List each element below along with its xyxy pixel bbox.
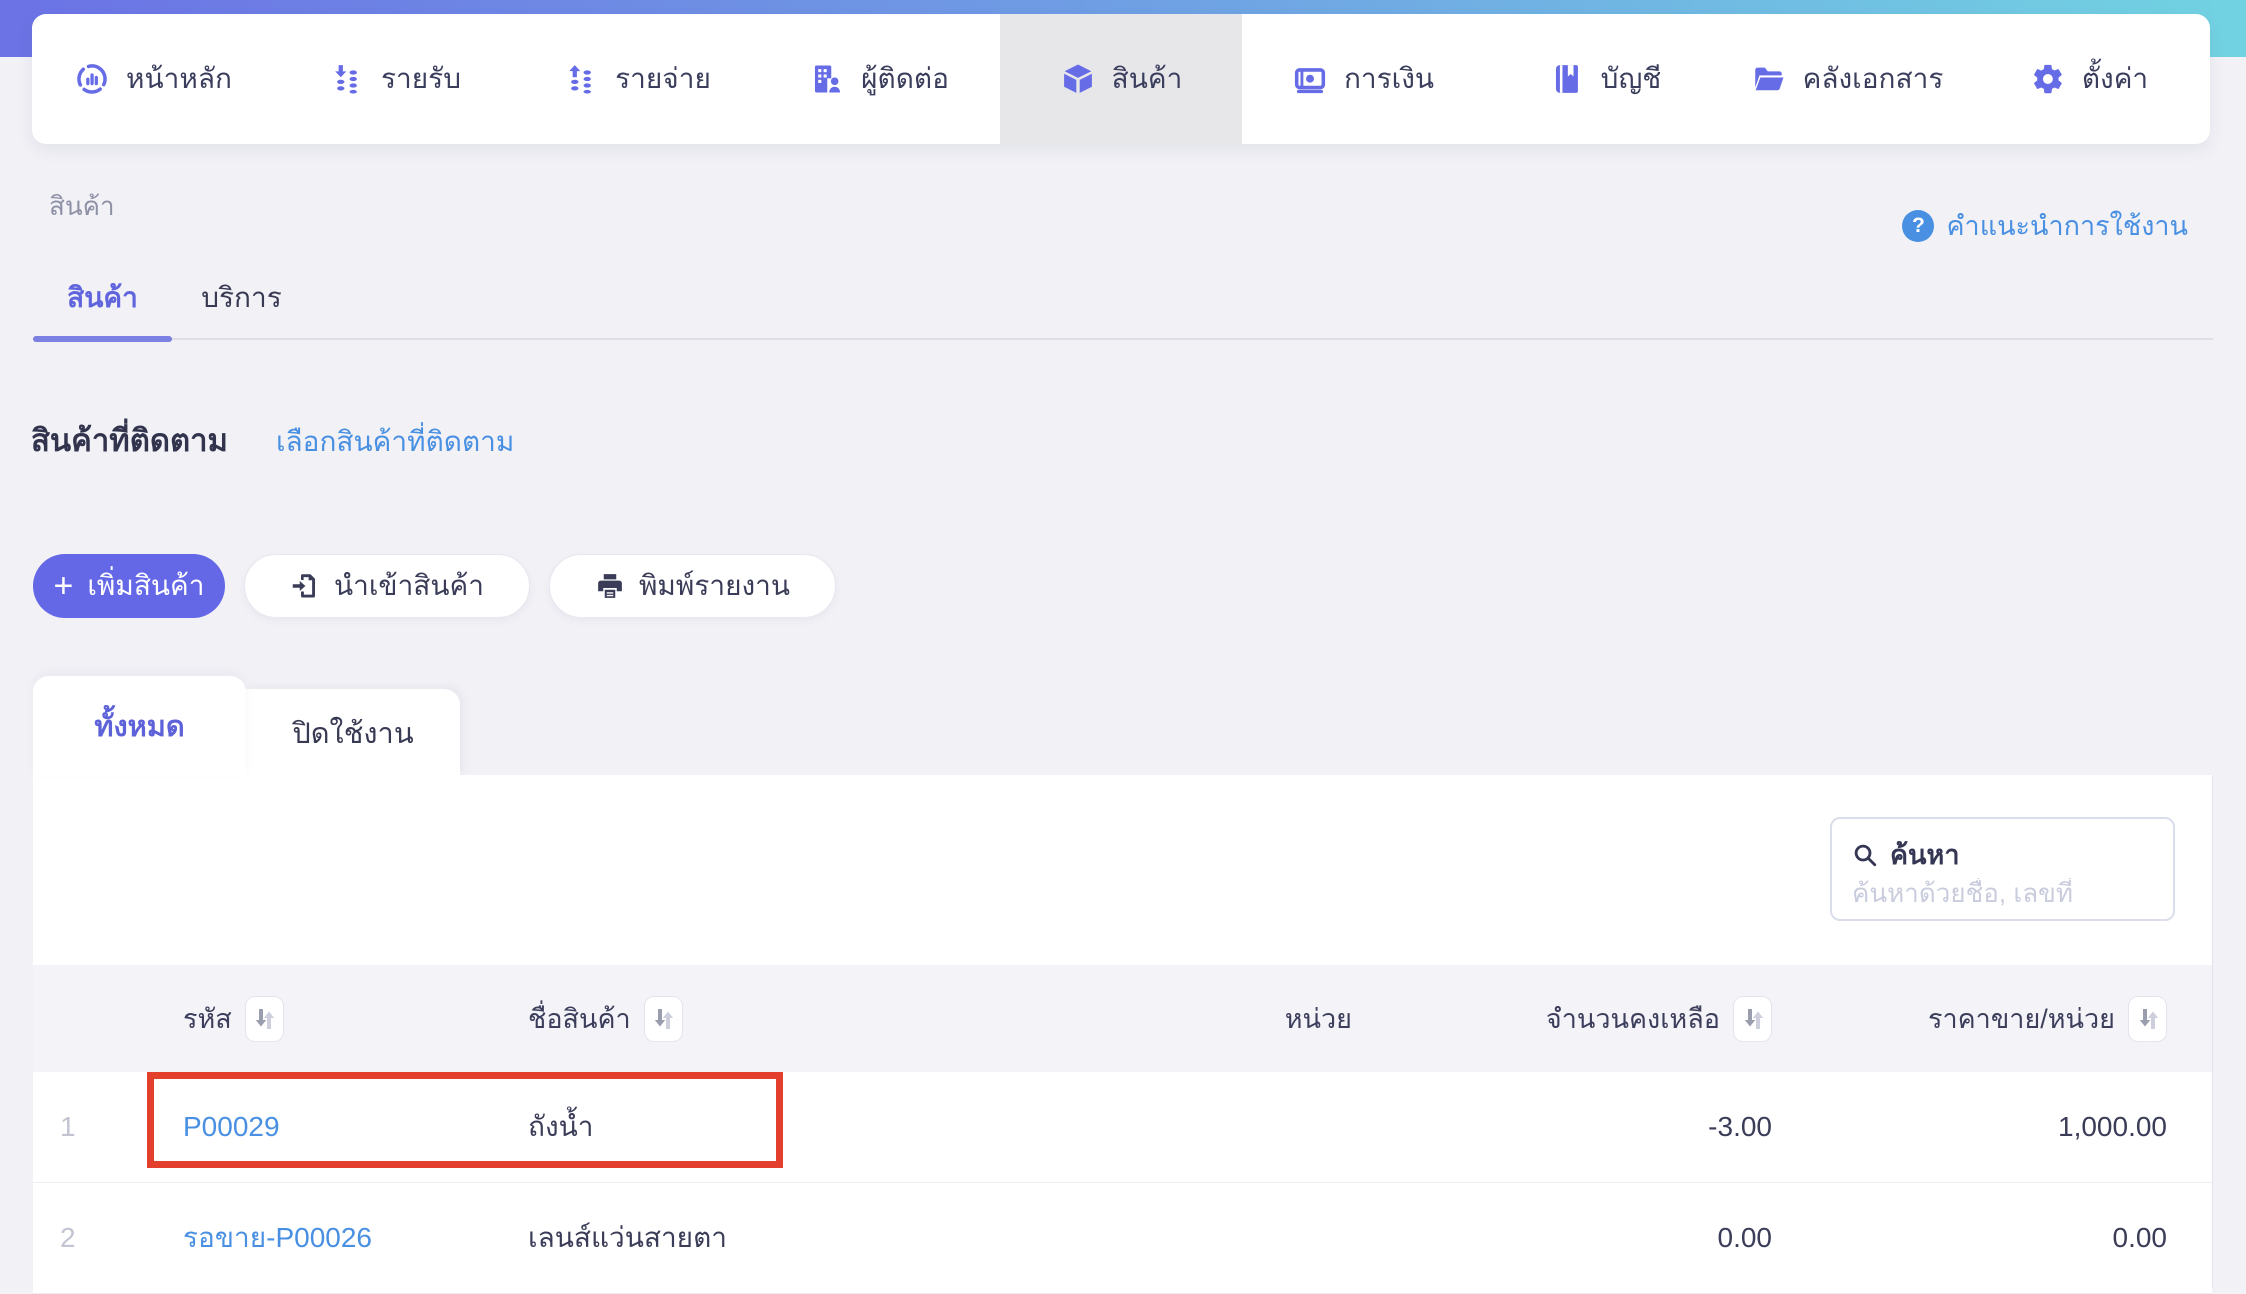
nav-label: บัญชี (1601, 57, 1662, 101)
product-price: 1,000.00 (1772, 1111, 2167, 1143)
nav-label: ตั้งค่า (2082, 57, 2148, 101)
search-input[interactable] (1852, 878, 2153, 909)
print-report-button[interactable]: พิมพ์รายงาน (549, 554, 836, 618)
nav-item-income[interactable]: รายรับ (274, 14, 516, 144)
nav-label: รายจ่าย (615, 57, 711, 101)
dashboard-icon (74, 61, 110, 97)
settings-icon (2030, 61, 2066, 97)
tab-services[interactable]: บริการ (172, 262, 311, 338)
nav-label: การเงิน (1344, 57, 1434, 101)
plus-icon: + (53, 571, 73, 601)
product-code-link[interactable]: P00029 (183, 1111, 280, 1143)
usage-guide-link[interactable]: ? คำแนะนำการใช้งาน (1902, 204, 2188, 247)
nav-item-settings[interactable]: ตั้งค่า (1968, 14, 2210, 144)
table-row: 1 P00029 ถังน้ำ -3.00 1,000.00 (33, 1072, 2212, 1183)
sort-price-button[interactable] (2128, 996, 2167, 1042)
product-qty: 0.00 (1352, 1222, 1772, 1254)
app-root: หน้าหลัก รายรับ รายจ่าย ผู้ติดต่อ สินค้า (0, 0, 2246, 1288)
search-label-row: ค้นหา (1852, 833, 2153, 876)
nav-item-home[interactable]: หน้าหลัก (32, 14, 274, 144)
nav-label: ผู้ติดต่อ (861, 57, 949, 101)
col-price: ราคาขาย/หน่วย (1772, 996, 2167, 1042)
finance-icon (1292, 61, 1328, 97)
product-name: ถังน้ำ (498, 1105, 1102, 1149)
sort-qty-button[interactable] (1733, 996, 1772, 1042)
nav-label: สินค้า (1112, 57, 1183, 101)
expense-icon (563, 61, 599, 97)
col-code: รหัส (153, 996, 498, 1042)
page-tabs: สินค้า บริการ (33, 262, 2213, 340)
table-header: รหัส ชื่อสินค้า หน่วย จำนวนคงเหลือ (33, 965, 2212, 1072)
nav-item-finance[interactable]: การเงิน (1242, 14, 1484, 144)
nav-item-expense[interactable]: รายจ่าย (516, 14, 758, 144)
search-icon (1852, 842, 1878, 868)
nav-item-accounting[interactable]: บัญชี (1484, 14, 1726, 144)
filter-tab-all[interactable]: ทั้งหมด (33, 676, 246, 776)
product-qty: -3.00 (1352, 1111, 1772, 1143)
action-buttons: + เพิ่มสินค้า นำเข้าสินค้า พิมพ์รายงาน (33, 554, 836, 618)
row-number: 2 (33, 1222, 153, 1254)
help-icon: ? (1902, 210, 1934, 242)
product-price: 0.00 (1772, 1222, 2167, 1254)
income-icon (329, 61, 365, 97)
nav-item-documents[interactable]: คลังเอกสาร (1726, 14, 1968, 144)
product-code-link[interactable]: รอขาย-P00026 (183, 1216, 372, 1260)
tab-products[interactable]: สินค้า (33, 262, 172, 338)
filter-tab-disabled[interactable]: ปิดใช้งาน (246, 689, 460, 776)
col-qty: จำนวนคงเหลือ (1352, 996, 1772, 1042)
import-products-label: นำเข้าสินค้า (334, 564, 484, 608)
col-name: ชื่อสินค้า (498, 996, 1102, 1042)
print-report-label: พิมพ์รายงาน (639, 564, 790, 608)
row-number: 1 (33, 1111, 153, 1143)
search-box[interactable]: ค้นหา (1830, 817, 2175, 921)
nav-label: หน้าหลัก (126, 57, 232, 101)
breadcrumb: สินค้า (49, 186, 115, 227)
tracked-products-title: สินค้าที่ติดตาม (31, 415, 228, 465)
nav-label: คลังเอกสาร (1803, 57, 1944, 101)
add-product-button[interactable]: + เพิ่มสินค้า (33, 554, 225, 618)
product-list-panel: ค้นหา รหัส ชื่อสินค้า หน่วย (33, 775, 2213, 1288)
accounting-icon (1549, 61, 1585, 97)
add-product-label: เพิ่มสินค้า (87, 564, 204, 608)
sort-code-button[interactable] (245, 996, 284, 1042)
import-icon (290, 571, 320, 601)
product-icon (1060, 61, 1096, 97)
import-products-button[interactable]: นำเข้าสินค้า (244, 554, 530, 618)
table-row: 2 รอขาย-P00026 เลนส์แว่นสายตา 0.00 0.00 (33, 1183, 2212, 1294)
printer-icon (595, 571, 625, 601)
nav-item-contacts[interactable]: ผู้ติดต่อ (758, 14, 1000, 144)
contacts-icon (809, 61, 845, 97)
documents-icon (1751, 61, 1787, 97)
sort-name-button[interactable] (644, 996, 683, 1042)
main-navigation: หน้าหลัก รายรับ รายจ่าย ผู้ติดต่อ สินค้า (32, 14, 2210, 144)
nav-item-products[interactable]: สินค้า (1000, 14, 1242, 144)
tracked-products-section: สินค้าที่ติดตาม เลือกสินค้าที่ติดตาม (31, 415, 514, 465)
product-name: เลนส์แว่นสายตา (498, 1216, 1102, 1260)
nav-label: รายรับ (381, 57, 461, 101)
select-tracked-products-link[interactable]: เลือกสินค้าที่ติดตาม (276, 420, 514, 464)
usage-guide-label: คำแนะนำการใช้งาน (1946, 204, 2188, 247)
search-label: ค้นหา (1890, 833, 1959, 876)
col-unit: หน่วย (1102, 997, 1352, 1040)
